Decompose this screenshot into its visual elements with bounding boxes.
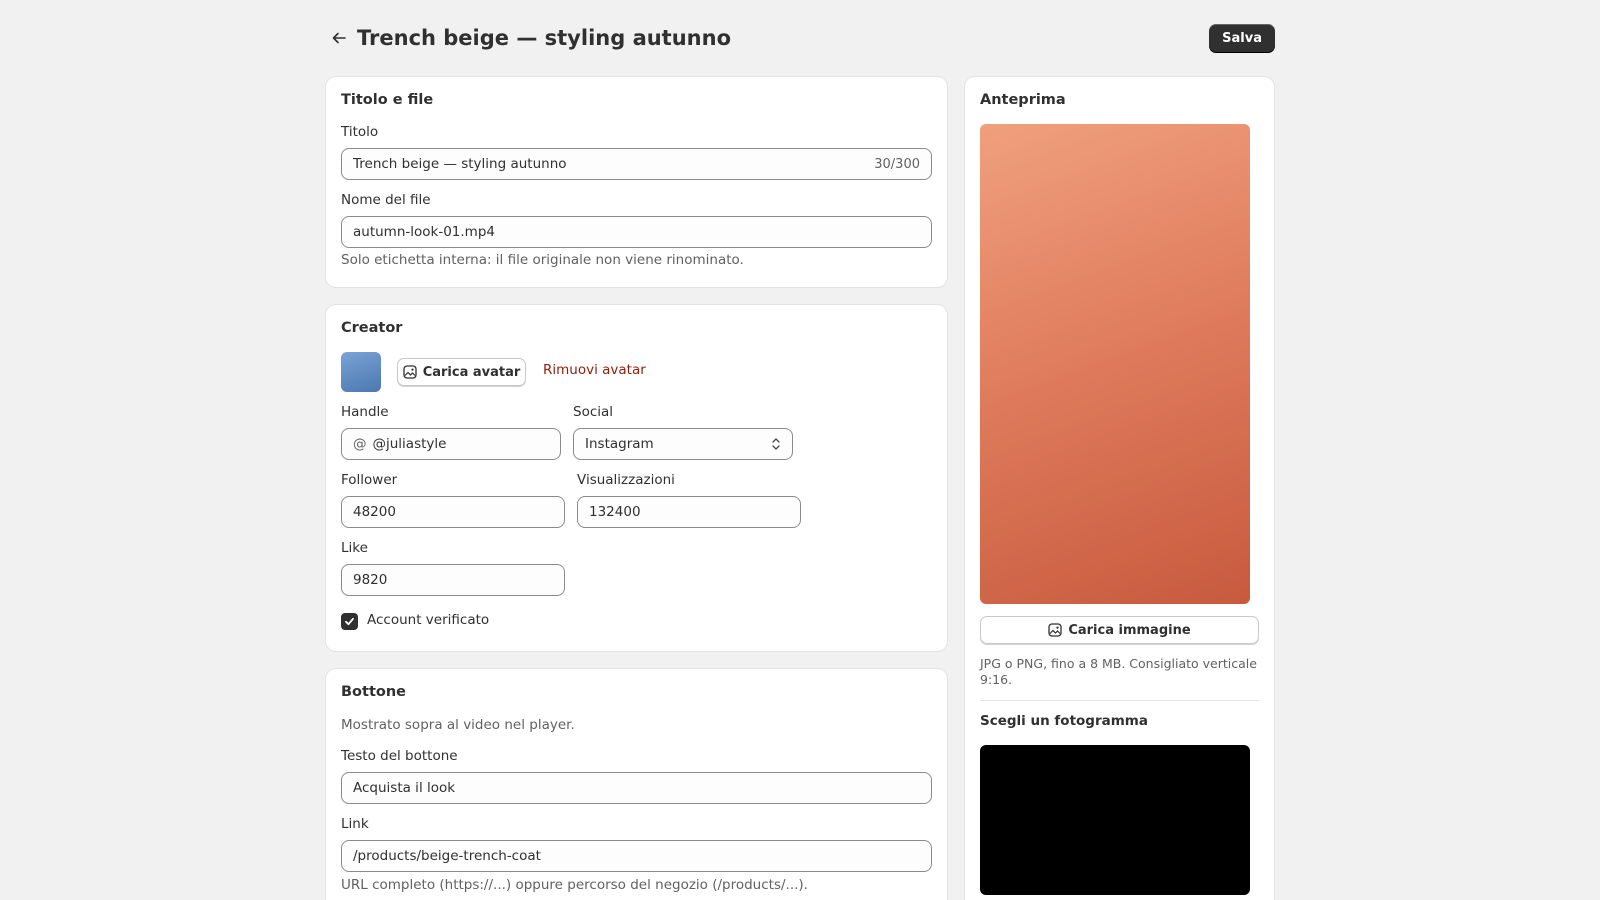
image-icon <box>403 365 417 379</box>
arrow-left-icon <box>332 32 346 44</box>
title-input[interactable]: Trench beige — styling autunno 30/300 <box>341 148 932 180</box>
likes-input[interactable]: 9820 <box>341 564 565 596</box>
page-title: Trench beige — styling autunno <box>357 26 732 50</box>
title-file-heading: Titolo e file <box>341 92 434 108</box>
handle-input-value: @juliastyle <box>372 436 447 452</box>
social-select-value: Instagram <box>585 436 654 452</box>
preview-card: Anteprima Carica immagine JPG o PNG, fin… <box>965 77 1274 900</box>
button-text-input-value: Acquista il look <box>353 780 456 796</box>
button-text-input[interactable]: Acquista il look <box>341 772 932 804</box>
likes-input-value: 9820 <box>353 572 388 588</box>
frame-picker-heading: Scegli un fotogramma <box>980 713 1148 729</box>
title-file-card: Titolo e file Titolo Trench beige — styl… <box>326 77 947 287</box>
views-input[interactable]: 132400 <box>577 496 801 528</box>
button-card-description: Mostrato sopra al video nel player. <box>341 717 575 733</box>
filename-label: Nome del file <box>341 192 431 208</box>
link-help-text: URL completo (https://...) oppure percor… <box>341 877 808 893</box>
upload-avatar-label: Carica avatar <box>422 364 521 380</box>
followers-input[interactable]: 48200 <box>341 496 565 528</box>
preview-divider <box>980 700 1259 701</box>
save-button[interactable]: Salva <box>1209 24 1275 52</box>
page-header: Trench beige — styling autunno Salva <box>325 20 1275 56</box>
followers-label: Follower <box>341 472 398 488</box>
title-label: Titolo <box>341 124 379 140</box>
likes-label: Like <box>341 540 368 556</box>
social-select[interactable]: Instagram <box>573 428 793 460</box>
select-chevron-icon <box>772 438 780 450</box>
views-label: Visualizzazioni <box>577 472 675 488</box>
verified-checkbox[interactable] <box>341 613 358 630</box>
image-icon <box>1048 623 1062 637</box>
followers-input-value: 48200 <box>353 504 396 520</box>
video-frame-player[interactable] <box>980 745 1250 895</box>
creator-heading: Creator <box>341 320 403 336</box>
creator-card: Creator Carica avatar Rimuovi avatar Han… <box>326 305 947 651</box>
preview-image <box>980 124 1250 604</box>
upload-help-text: JPG o PNG, fino a 8 MB. Consigliato vert… <box>980 656 1257 687</box>
title-char-counter: 30/300 <box>874 156 920 172</box>
link-label: Link <box>341 816 369 832</box>
views-input-value: 132400 <box>589 504 641 520</box>
back-button[interactable] <box>325 24 353 52</box>
filename-input-value: autumn-look-01.mp4 <box>353 224 495 240</box>
handle-input[interactable]: @ @juliastyle <box>341 428 561 460</box>
upload-avatar-button[interactable]: Carica avatar <box>397 358 526 386</box>
filename-input[interactable]: autumn-look-01.mp4 <box>341 216 932 248</box>
filename-help-text: Solo etichetta interna: il file original… <box>341 252 744 268</box>
button-card: Bottone Mostrato sopra al video nel play… <box>326 669 947 900</box>
button-card-heading: Bottone <box>341 684 406 700</box>
handle-prefix: @ <box>353 436 367 452</box>
avatar <box>341 352 381 392</box>
remove-avatar-link[interactable]: Rimuovi avatar <box>543 362 646 378</box>
social-label: Social <box>573 404 614 420</box>
preview-heading: Anteprima <box>980 92 1066 108</box>
upload-image-label: Carica immagine <box>1068 622 1191 638</box>
upload-image-button[interactable]: Carica immagine <box>980 616 1259 644</box>
verified-label[interactable]: Account verificato <box>367 612 489 628</box>
handle-label: Handle <box>341 404 389 420</box>
link-input-value: /products/beige-trench-coat <box>353 848 541 864</box>
link-input[interactable]: /products/beige-trench-coat <box>341 840 932 872</box>
checkmark-icon <box>345 617 354 626</box>
title-input-value: Trench beige — styling autunno <box>353 156 567 172</box>
button-text-label: Testo del bottone <box>341 748 458 764</box>
